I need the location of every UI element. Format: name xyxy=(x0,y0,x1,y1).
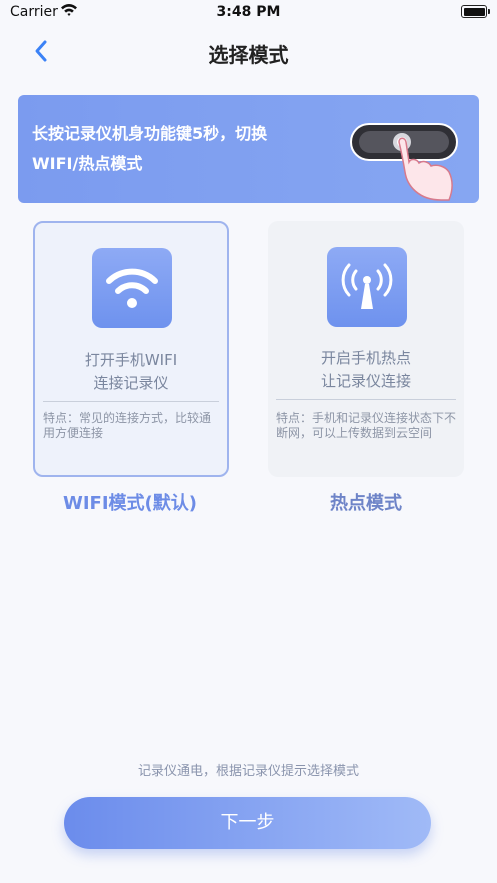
navigation-bar: 选择模式 xyxy=(0,30,497,74)
battery-icon xyxy=(461,5,490,18)
hotspot-mode-note: 特点：手机和记录仪连接状态下不断网，可以上传数据到云空间 xyxy=(276,411,457,440)
hotspot-mode-card[interactable]: 开启手机热点 让记录仪连接 特点：手机和记录仪连接状态下不断网，可以上传数据到云… xyxy=(268,221,464,477)
press-button-hand-illustration xyxy=(350,123,458,201)
instruction-banner: 长按记录仪机身功能键5秒，切换 WIFI/热点模式 xyxy=(18,95,479,203)
hotspot-antenna-icon xyxy=(327,247,407,327)
banner-text-line2: WIFI/热点模式 xyxy=(32,154,143,173)
page-title: 选择模式 xyxy=(208,43,289,67)
wifi-mode-label[interactable]: WIFI模式(默认) xyxy=(15,489,245,515)
wifi-mode-description: 打开手机WIFI 连接记录仪 xyxy=(35,349,227,395)
status-time: 3:48 PM xyxy=(216,4,281,20)
wifi-mode-note: 特点：常见的连接方式，比较通用方便连接 xyxy=(43,411,212,440)
hotspot-mode-label[interactable]: 热点模式 xyxy=(251,489,481,515)
wifi-icon xyxy=(92,248,172,328)
wifi-mode-description-line1: 打开手机WIFI xyxy=(84,351,178,369)
wifi-mode-description-line2: 连接记录仪 xyxy=(93,374,169,392)
hotspot-mode-description: 开启手机热点 让记录仪连接 xyxy=(268,347,464,393)
hotspot-mode-description-line2: 让记录仪连接 xyxy=(320,372,411,390)
hotspot-mode-description-line1: 开启手机热点 xyxy=(320,349,411,367)
next-step-button[interactable]: 下一步 xyxy=(64,797,431,849)
card-divider xyxy=(276,399,456,400)
card-divider xyxy=(43,401,219,402)
banner-text: 长按记录仪机身功能键5秒，切换 WIFI/热点模式 xyxy=(32,119,332,179)
hint-text: 记录仪通电，根据记录仪提示选择模式 xyxy=(137,764,359,779)
status-bar: Carrier 3:48 PM xyxy=(0,0,497,26)
banner-text-line1: 长按记录仪机身功能键5秒，切换 xyxy=(32,124,268,143)
wifi-mode-card[interactable]: 打开手机WIFI 连接记录仪 特点：常见的连接方式，比较通用方便连接 xyxy=(33,221,229,477)
